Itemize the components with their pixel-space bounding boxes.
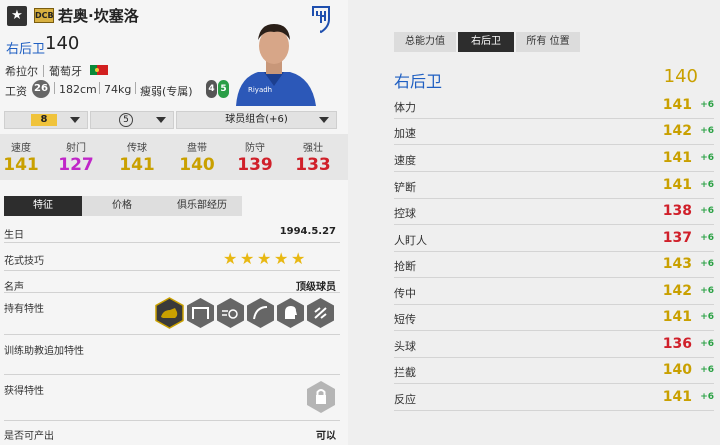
chevron-down-icon — [319, 117, 329, 123]
link-trait-icon[interactable] — [306, 297, 335, 329]
coach-trait-label: 训练助教追加特性 — [4, 346, 84, 357]
attr-row: 加速 142 +6 — [394, 119, 714, 145]
stat-shooting: 射门 127 — [58, 143, 94, 175]
skill-label: 花式技巧 — [4, 256, 44, 267]
tab-rb[interactable]: 右后卫 — [458, 32, 514, 52]
birthday-value: 1994.5.27 — [279, 226, 336, 237]
divider — [4, 334, 340, 335]
attr-row: 拦截 140 +6 — [394, 358, 714, 384]
tradable-row: 是否可产出 可以 — [4, 427, 340, 442]
divider — [43, 65, 44, 77]
star-icon: ★ — [291, 249, 306, 268]
dribble-trait-icon[interactable] — [216, 297, 245, 329]
club-name: 希拉尔 — [5, 65, 38, 78]
svg-text:Riyadh: Riyadh — [248, 86, 272, 94]
build-value: 瘦弱(专属) — [140, 85, 193, 98]
star-icon: ★ — [274, 249, 289, 268]
strong-foot-icon: 5 — [218, 80, 229, 98]
divider — [135, 82, 136, 94]
stat-defending: 防守 139 — [237, 143, 273, 175]
divider — [99, 82, 100, 94]
season-badge: DCB — [34, 8, 54, 23]
tab-traits[interactable]: 特征 — [4, 196, 82, 216]
attr-row: 人盯人 137 +6 — [394, 226, 714, 252]
curve-trait-icon[interactable] — [246, 297, 275, 329]
star-icon: ★ — [223, 249, 238, 268]
rank-value: 5 — [119, 113, 133, 127]
goalpost-trait-icon[interactable] — [186, 297, 215, 329]
level-value: 8 — [31, 114, 57, 126]
attr-row: 铲断 141 +6 — [394, 173, 714, 199]
attr-row: 短传 141 +6 — [394, 305, 714, 331]
divider — [54, 82, 55, 94]
attr-row: 控球 138 +6 — [394, 199, 714, 225]
stat-summary: 速度 141 射门 127 传球 141 盘带 140 防守 139 强壮 133 — [0, 134, 348, 180]
player-photo-icon: Riyadh — [228, 16, 320, 106]
salary-badge: 26 — [32, 80, 50, 98]
stat-physical: 强壮 133 — [295, 143, 331, 175]
tradable-label: 是否可产出 — [4, 431, 54, 442]
star-icon: ★ — [257, 249, 272, 268]
fame-value: 顶级球员 — [296, 282, 336, 293]
star-icon: ★ — [240, 249, 255, 268]
rhino-trait-icon[interactable] — [155, 297, 184, 329]
attr-row: 抢断 143 +6 — [394, 252, 714, 278]
player-name: 若奥·坎塞洛 — [58, 7, 139, 25]
stat-pace: 速度 141 — [3, 143, 39, 175]
traits-label: 持有特性 — [4, 304, 44, 315]
fame-row: 名声 顶级球员 — [4, 278, 340, 293]
attr-row: 体力 141 +6 — [394, 93, 714, 119]
acquire-trait-label: 获得特性 — [4, 386, 44, 397]
salary-label: 工资 — [5, 85, 27, 98]
nation-name: 葡萄牙 — [49, 65, 82, 78]
position-name: 右后卫 — [394, 72, 443, 91]
position-title: 右后卫 — [6, 42, 46, 57]
coach-trait-row: 训练助教追加特性 — [4, 342, 340, 357]
divider — [4, 420, 340, 421]
divider — [4, 242, 340, 243]
height-value: 182cm — [59, 83, 97, 96]
divider — [4, 374, 340, 375]
attr-row: 头球 136 +6 — [394, 332, 714, 358]
chevron-down-icon — [156, 117, 166, 123]
stat-dribbling: 盘带 140 — [179, 143, 215, 175]
attr-row: 速度 141 +6 — [394, 146, 714, 172]
rank-dropdown[interactable]: 5 — [90, 111, 174, 129]
weak-foot-icon: 4 — [206, 80, 217, 98]
combo-dropdown[interactable]: 球员组合(+6) — [176, 111, 337, 129]
tab-price[interactable]: 价格 — [82, 196, 162, 216]
level-dropdown[interactable]: 8 — [4, 111, 88, 129]
acquire-trait-row: 获得特性 — [4, 382, 340, 397]
divider — [4, 270, 340, 271]
weight-value: 74kg — [104, 83, 132, 96]
favorite-star-icon[interactable]: ★ — [7, 6, 27, 26]
lock-icon[interactable] — [306, 380, 336, 414]
tab-overall[interactable]: 总能力值 — [394, 32, 456, 52]
portugal-flag-icon — [90, 65, 108, 75]
attr-row: 反应 141 +6 — [394, 385, 714, 411]
tradable-value: 可以 — [316, 431, 336, 442]
position-rating: 140 — [663, 66, 698, 87]
skill-stars: ★ ★ ★ ★ ★ — [223, 249, 308, 268]
birthday-row: 生日 1994.5.27 — [4, 226, 340, 241]
tab-all-positions[interactable]: 所有 位置 — [516, 32, 580, 52]
birthday-label: 生日 — [4, 230, 24, 241]
stat-passing: 传球 141 — [119, 143, 155, 175]
attr-row: 传中 142 +6 — [394, 279, 714, 305]
combo-label: 球员组合(+6) — [225, 114, 288, 125]
position-rating-header: 右后卫 140 — [394, 66, 714, 92]
chevron-down-icon — [70, 117, 80, 123]
head-trait-icon[interactable] — [276, 297, 305, 329]
position-overall: 140 — [45, 33, 80, 54]
divider — [4, 292, 340, 293]
tab-club-history[interactable]: 俱乐部经历 — [162, 196, 242, 216]
